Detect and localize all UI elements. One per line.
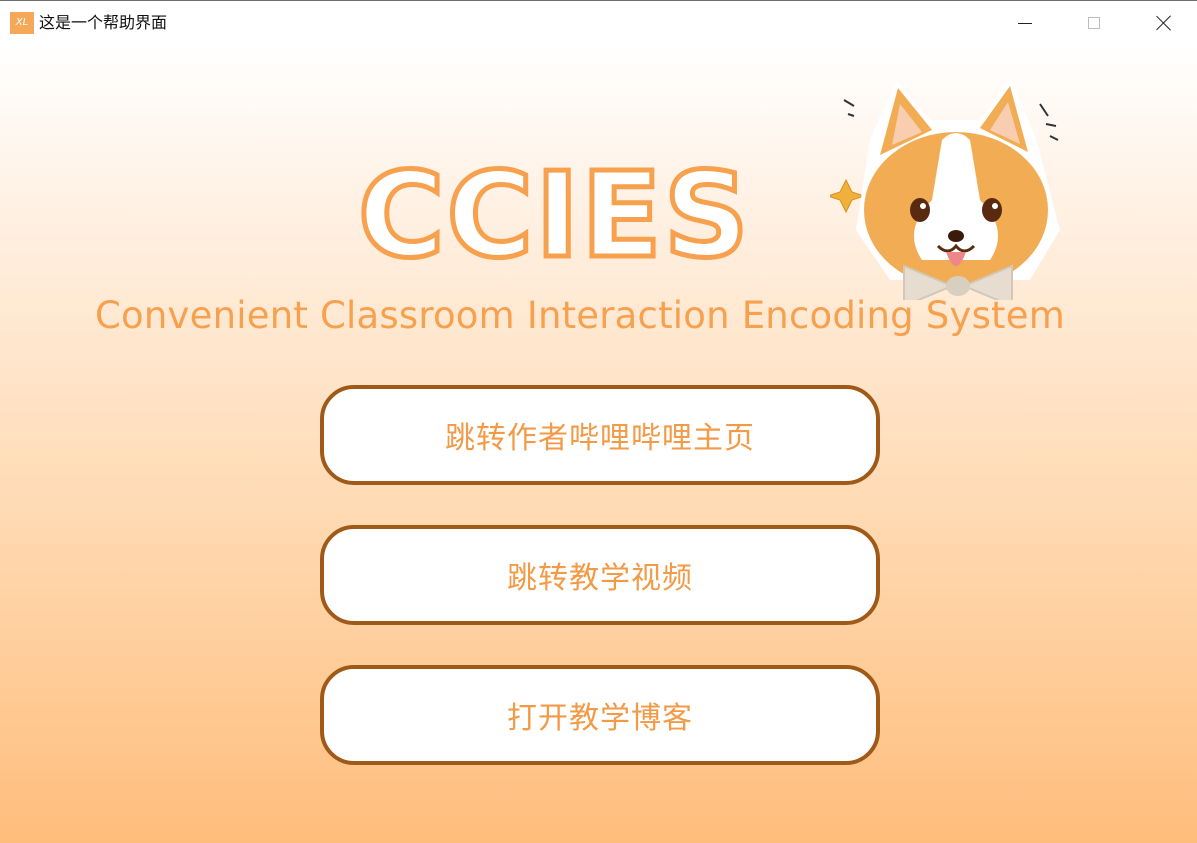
maximize-button[interactable] [1059,1,1129,45]
open-tutorial-blog-button[interactable]: 打开教学博客 [320,665,880,765]
open-tutorial-video-button[interactable]: 跳转教学视频 [320,525,880,625]
minimize-icon [1018,22,1032,24]
logo-subtitle: Convenient Classroom Interaction Encodin… [95,294,1065,337]
corgi-mascot-icon [830,78,1060,300]
open-bilibili-homepage-button[interactable]: 跳转作者哔哩哔哩主页 [320,385,880,485]
window-title: 这是一个帮助界面 [39,13,168,32]
close-icon [1156,15,1172,31]
title-bar: XL 这是一个帮助界面 [0,0,1197,44]
ccies-logo: CCIES [356,152,752,272]
help-content: CCIES Convenient Classroom Interaction E… [0,44,1197,843]
close-button[interactable] [1129,1,1197,45]
logo-title: CCIES [358,152,751,272]
app-icon: XL [10,12,34,34]
maximize-icon [1088,17,1100,29]
minimize-button[interactable] [990,1,1060,45]
